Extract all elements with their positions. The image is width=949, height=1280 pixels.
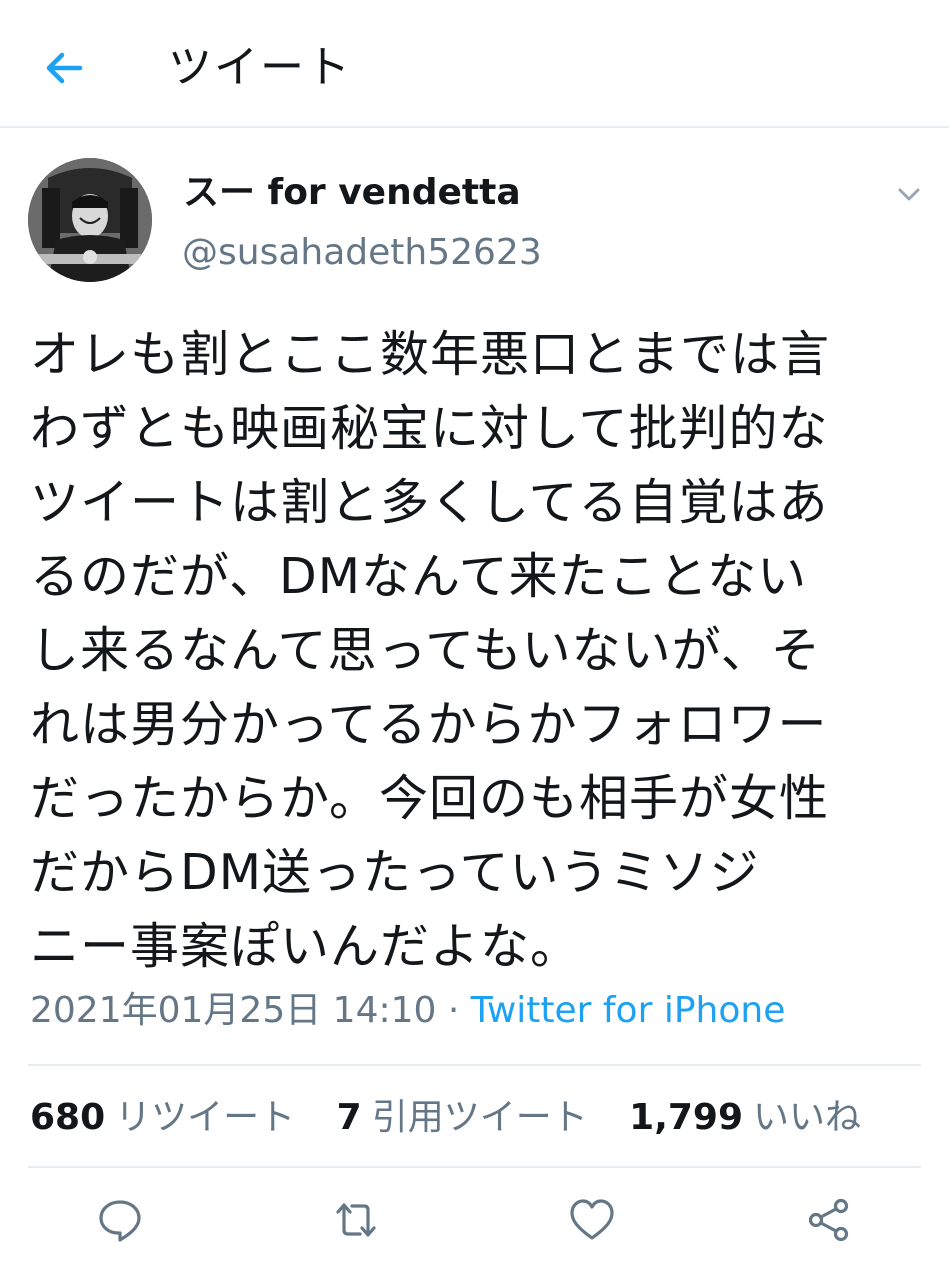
divider: [28, 1064, 921, 1066]
like-count-link[interactable]: 1,799 いいね: [629, 1092, 861, 1144]
tweet-text-line: ニー事案ぽいんだよな。: [30, 918, 581, 975]
tweet-text-line: だからDM送ったっていうミソジ: [30, 844, 760, 901]
share-icon[interactable]: [805, 1196, 853, 1244]
tweet-text-line: ツイートは割と多くしてる自覚はあ: [30, 474, 829, 531]
divider: [28, 1166, 921, 1168]
arrow-left-icon[interactable]: [40, 44, 88, 92]
quote-count-link[interactable]: 7 引用ツイート: [337, 1092, 588, 1144]
author-display-name[interactable]: スー for vendetta: [183, 168, 521, 218]
tweet-text-line: し来るなんて思ってもいないが、そ: [30, 622, 821, 679]
header-bar: ツイート: [0, 0, 949, 128]
tweet-timestamp[interactable]: 2021年01月25日 14:10: [30, 990, 436, 1031]
quote-count: 7: [336, 1097, 362, 1138]
meta-separator: ·: [436, 990, 471, 1031]
avatar[interactable]: [28, 158, 152, 282]
tweet-text: オレも割とここ数年悪口とまでは言 わずとも映画秘宝に対して批判的な ツイートは割…: [30, 318, 930, 984]
like-label: いいね: [753, 1097, 862, 1138]
tweet-action-bar: [0, 1196, 949, 1252]
tweet-source-link[interactable]: Twitter for iPhone: [471, 990, 786, 1031]
avatar-image: [28, 158, 152, 282]
quote-label: 引用ツイート: [371, 1097, 588, 1138]
chevron-down-icon[interactable]: [893, 178, 925, 210]
tweet-text-line: だったからか。今回のも相手が女性: [30, 770, 830, 827]
reply-icon[interactable]: [96, 1196, 144, 1244]
tweet-text-line: オレも割とここ数年悪口とまでは言: [30, 326, 831, 383]
retweet-count-link[interactable]: 680 リツイート: [30, 1092, 295, 1144]
like-count: 1,799: [629, 1097, 744, 1138]
author-handle[interactable]: @susahadeth52623: [182, 228, 542, 278]
retweet-icon[interactable]: [332, 1196, 380, 1244]
retweet-count: 680: [30, 1097, 106, 1138]
retweet-label: リツイート: [115, 1097, 296, 1138]
tweet-meta: 2021年01月25日 14:10 · Twitter for iPhone: [30, 986, 785, 1036]
heart-icon[interactable]: [568, 1196, 616, 1244]
page-title: ツイート: [168, 42, 352, 93]
tweet-text-line: わずとも映画秘宝に対して批判的な: [30, 400, 829, 457]
tweet-text-line: るのだが、DMなんて来たことない: [30, 548, 808, 605]
tweet-text-line: れは男分かってるからかフォロワー: [30, 696, 828, 753]
tweet-stats: 680 リツイート 7 引用ツイート 1,799 いいね: [30, 1092, 891, 1144]
